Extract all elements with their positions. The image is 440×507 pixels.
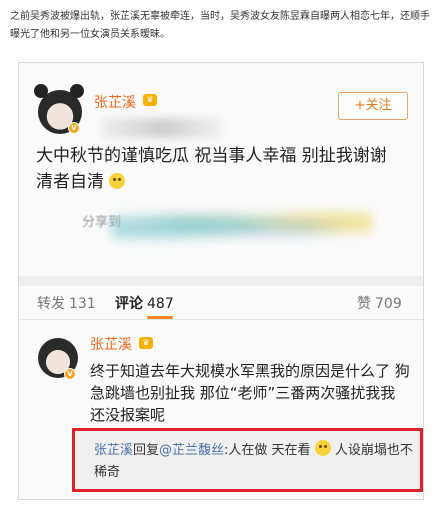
blurred-post-meta [102, 118, 222, 138]
interaction-tabbar: 转发 131 评论 487 赞 709 [19, 286, 423, 320]
tab-repost-count: 131 [69, 296, 96, 312]
vip-crown-icon: ♛ [143, 94, 157, 106]
avatar-ear-right [70, 84, 84, 98]
news-caption: 之前吴秀波被爆出轨，张芷溪无辜被牵连，当时，吴秀波女友陈昱霖自曝两人相恋七年，还… [10, 11, 430, 40]
tab-like-count: 709 [375, 296, 402, 312]
smile-emoji-icon [109, 173, 126, 189]
comment-vip-crown-icon: ♛ [139, 337, 153, 349]
tab-repost[interactable]: 转发 131 [37, 293, 96, 313]
section-divider [19, 276, 423, 286]
verified-badge-icon: V [68, 122, 80, 134]
comment-username[interactable]: 张芷溪 [90, 334, 132, 354]
avatar-ear-left [34, 84, 48, 98]
reply-text-part1: :人在做 天在看 [224, 443, 311, 458]
tab-comment-count: 487 [147, 296, 174, 312]
grin-emoji-icon [314, 440, 331, 456]
post-text: 大中秋节的谨慎吃瓜 祝当事人幸福 别扯我谢谢 清者自清 [36, 143, 406, 195]
tab-like[interactable]: 赞 709 [357, 293, 402, 313]
comment-verified-badge-icon: V [64, 368, 76, 380]
comment-text: 终于知道去年大规模水军黑我的原因是什么了 狗急跳墙也别扯我 那位“老师”三番两次… [90, 362, 410, 424]
tab-like-label: 赞 [357, 296, 371, 312]
post-username[interactable]: 张芷溪 [94, 92, 136, 112]
active-tab-indicator [147, 316, 173, 319]
follow-button[interactable]: +关注 [338, 92, 408, 120]
reply-text: 张芷溪回复@芷兰馥丝:人在做 天在看 人设崩塌也不稀奇 [94, 440, 414, 484]
reply-target-user[interactable]: @芷兰馥丝 [159, 443, 224, 458]
reply-verb: 回复 [133, 443, 160, 458]
tab-repost-label: 转发 [37, 296, 65, 312]
tab-comment-label: 评论 [115, 296, 143, 312]
reply-username[interactable]: 张芷溪 [94, 443, 133, 458]
post-text-content: 大中秋节的谨慎吃瓜 祝当事人幸福 别扯我谢谢 清者自清 [36, 146, 387, 192]
blurred-watermark [112, 200, 372, 250]
tab-comment[interactable]: 评论 487 [115, 293, 174, 313]
